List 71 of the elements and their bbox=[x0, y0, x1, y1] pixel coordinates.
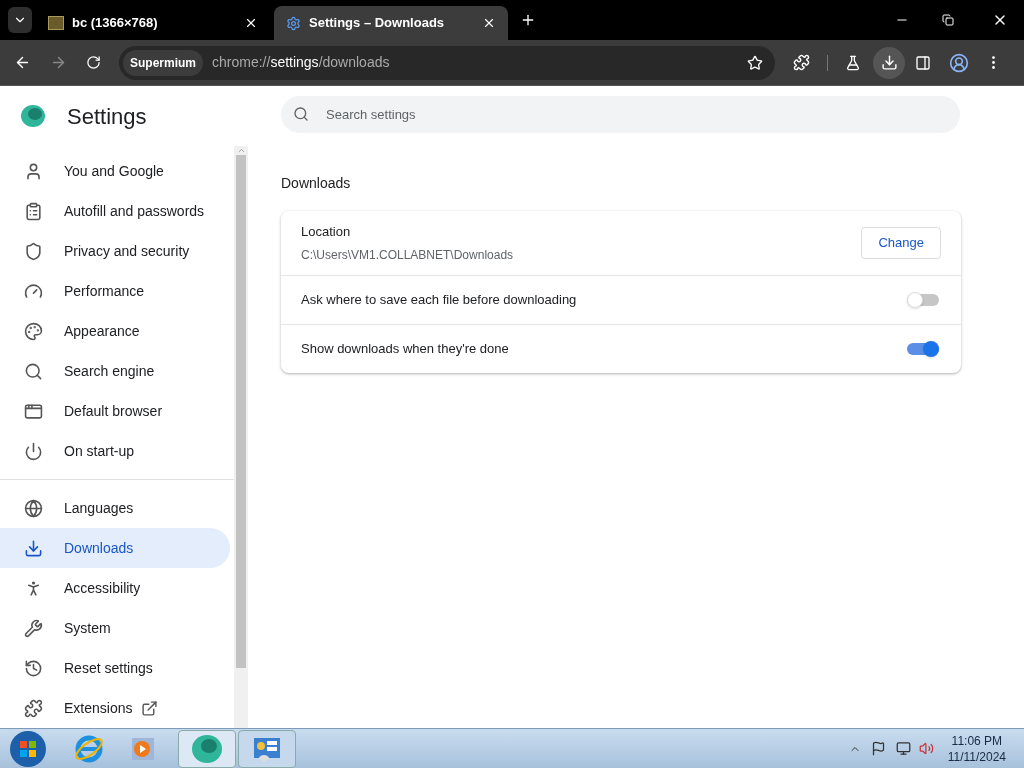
location-label: Location bbox=[301, 222, 352, 241]
sidebar-item[interactable]: Reset settings bbox=[0, 648, 230, 688]
sidebar-item[interactable]: Autofill and passwords bbox=[0, 191, 230, 231]
shield-icon bbox=[24, 241, 43, 261]
download-icon bbox=[880, 54, 898, 71]
sidebar-item[interactable]: Accessibility bbox=[0, 568, 230, 608]
search-field[interactable]: Search settings bbox=[281, 96, 960, 133]
section-heading: Downloads bbox=[281, 174, 352, 193]
history-icon bbox=[24, 658, 43, 678]
globe-icon bbox=[24, 498, 43, 518]
bookmark-star-icon[interactable] bbox=[747, 54, 763, 71]
sidebar-item[interactable]: System bbox=[0, 608, 230, 648]
download-button[interactable] bbox=[873, 46, 905, 79]
start-orb-icon[interactable] bbox=[9, 729, 47, 768]
sidebar-item[interactable]: Privacy and security bbox=[0, 231, 230, 271]
tab-title: bc (1366×768) bbox=[72, 14, 159, 33]
gear-icon bbox=[286, 15, 301, 31]
browser-tab[interactable]: Settings – Downloads bbox=[274, 6, 508, 40]
control-panel-taskbar-button[interactable] bbox=[238, 729, 296, 768]
power-icon bbox=[24, 441, 43, 461]
search-icon bbox=[24, 361, 43, 381]
settings-title: Settings bbox=[67, 102, 147, 131]
side-panel-icon[interactable] bbox=[915, 54, 931, 71]
download-icon bbox=[24, 538, 43, 558]
new-tab-icon[interactable] bbox=[520, 12, 536, 28]
person-icon bbox=[24, 161, 43, 181]
puzzle-icon bbox=[24, 698, 43, 718]
toggle-switch[interactable] bbox=[907, 290, 941, 310]
scrollbar[interactable] bbox=[234, 146, 248, 728]
profile-icon[interactable] bbox=[949, 52, 969, 73]
flag-icon[interactable] bbox=[870, 741, 886, 756]
setting-label: Ask where to save each file before downloading bbox=[301, 291, 578, 310]
forward-icon[interactable] bbox=[50, 54, 67, 71]
browser-logo-icon bbox=[191, 733, 223, 764]
external-link-icon bbox=[141, 699, 159, 717]
close-icon[interactable] bbox=[244, 16, 258, 30]
thumbnail-icon bbox=[48, 16, 64, 30]
sidebar-item[interactable]: Extensions bbox=[0, 688, 230, 728]
tab-search-button[interactable] bbox=[8, 7, 32, 33]
sidebar-item[interactable]: You and Google bbox=[0, 151, 230, 191]
setting-label: Show downloads when they're done bbox=[301, 340, 510, 359]
tab-title: Settings – Downloads bbox=[309, 14, 446, 33]
palette-icon bbox=[24, 321, 43, 341]
address-bar[interactable]: Supermium chrome://settings/downloads bbox=[119, 45, 775, 80]
control-panel-icon bbox=[252, 735, 282, 762]
logo-icon bbox=[20, 104, 46, 128]
brand-chip: Supermium bbox=[123, 49, 203, 76]
browser-taskbar-button[interactable] bbox=[178, 729, 236, 768]
sidebar-item[interactable]: Appearance bbox=[0, 311, 230, 351]
change-button[interactable]: Change bbox=[861, 227, 941, 259]
gauge-icon bbox=[24, 281, 43, 301]
wrench-icon bbox=[24, 618, 43, 638]
sidebar-item[interactable]: Search engine bbox=[0, 351, 230, 391]
url-text: chrome://settings/downloads bbox=[212, 53, 390, 72]
reload-icon[interactable] bbox=[86, 55, 101, 70]
sidebar-item[interactable]: Default browser bbox=[0, 391, 230, 431]
browser-window-icon bbox=[24, 401, 43, 421]
sidebar-item[interactable]: Languages bbox=[0, 488, 230, 528]
extensions-icon[interactable] bbox=[793, 54, 810, 71]
clock[interactable]: 11:06 PM 11/11/2024 bbox=[947, 732, 1006, 765]
sidebar-item[interactable]: Performance bbox=[0, 271, 230, 311]
back-icon[interactable] bbox=[14, 54, 31, 71]
sidebar-item[interactable]: On start-up bbox=[0, 431, 230, 471]
close-icon[interactable] bbox=[482, 16, 496, 30]
toggle-switch[interactable] bbox=[907, 339, 941, 359]
restore-icon[interactable] bbox=[942, 14, 954, 26]
location-path: C:\Users\VM1.COLLABNET\Downloads bbox=[301, 247, 515, 265]
search-icon bbox=[293, 106, 309, 122]
clipboard-icon bbox=[24, 201, 43, 221]
flask-icon[interactable] bbox=[845, 54, 861, 71]
sidebar-item[interactable]: Downloads bbox=[0, 528, 230, 568]
